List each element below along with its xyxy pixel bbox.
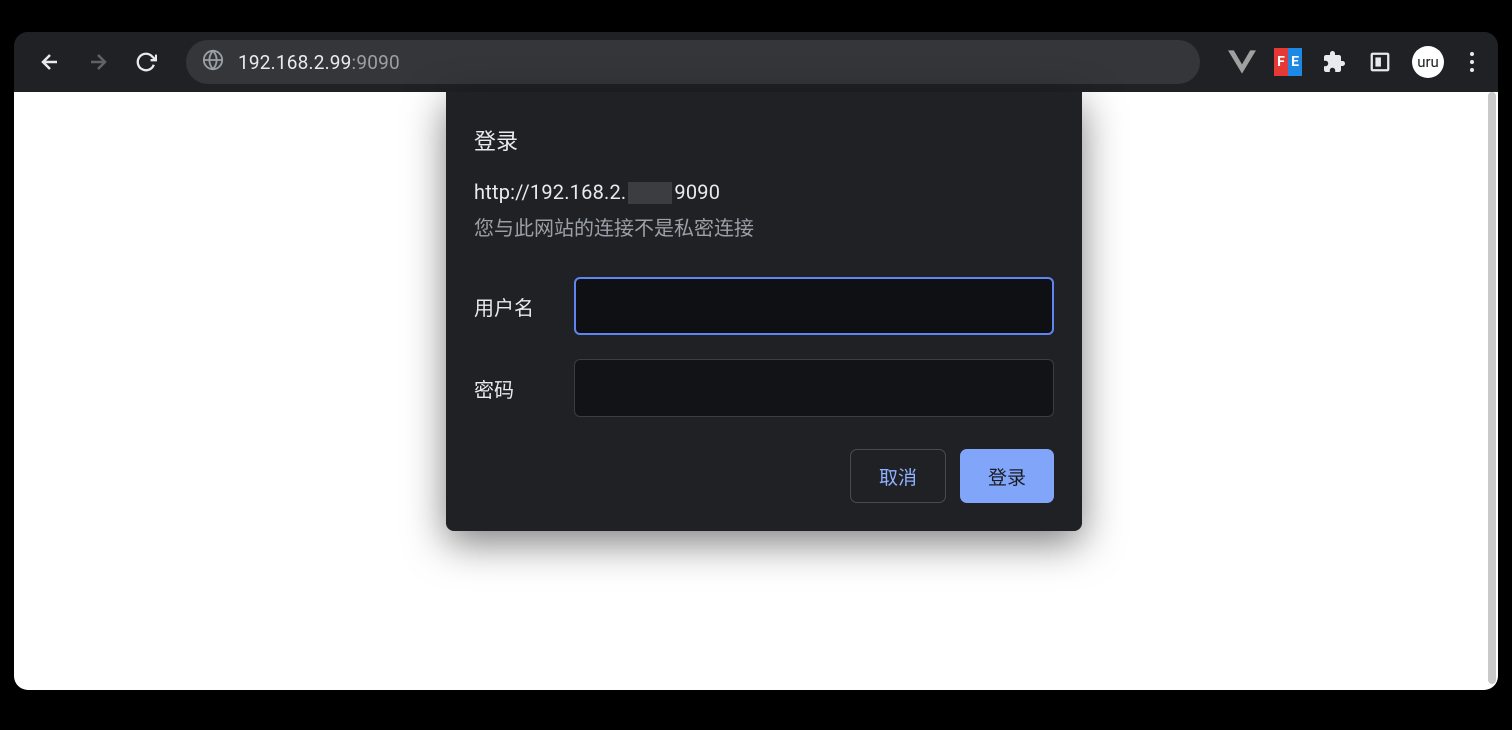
url-text: 192.168.2.99:9090: [238, 51, 400, 74]
redacted-segment: [628, 182, 672, 204]
http-auth-dialog: 登录 http://192.168.2.9090 您与此网站的连接不是私密连接 …: [446, 92, 1082, 531]
address-bar[interactable]: 192.168.2.99:9090: [186, 40, 1200, 84]
nav-buttons: [30, 42, 166, 82]
cancel-button[interactable]: 取消: [850, 449, 946, 503]
scrollbar[interactable]: [1488, 92, 1496, 684]
url-host: 192.168.2.99: [238, 51, 352, 74]
dialog-url: http://192.168.2.9090: [474, 180, 1054, 204]
reading-list-icon[interactable]: [1366, 48, 1394, 76]
username-row: 用户名: [474, 277, 1054, 335]
extensions-area: F E uru: [1220, 46, 1482, 78]
password-label: 密码: [474, 374, 574, 403]
dialog-title: 登录: [474, 124, 1054, 156]
username-label: 用户名: [474, 292, 574, 321]
url-port: :9090: [352, 51, 400, 74]
dialog-actions: 取消 登录: [474, 449, 1054, 503]
fe-extension-icon[interactable]: F E: [1274, 48, 1302, 76]
username-input[interactable]: [574, 277, 1054, 335]
vue-extension-icon[interactable]: [1228, 48, 1256, 76]
dialog-warning: 您与此网站的连接不是私密连接: [474, 212, 1054, 241]
globe-icon: [202, 49, 224, 75]
browser-toolbar: 192.168.2.99:9090 F E: [14, 32, 1498, 92]
back-button[interactable]: [30, 42, 70, 82]
extensions-icon[interactable]: [1320, 48, 1348, 76]
password-input[interactable]: [574, 359, 1054, 417]
reload-button[interactable]: [126, 42, 166, 82]
browser-menu-button[interactable]: [1462, 52, 1482, 72]
browser-window: 192.168.2.99:9090 F E: [14, 32, 1498, 690]
profile-avatar[interactable]: uru: [1412, 46, 1444, 78]
forward-button[interactable]: [78, 42, 118, 82]
submit-button[interactable]: 登录: [960, 449, 1054, 503]
password-row: 密码: [474, 359, 1054, 417]
avatar-label: uru: [1417, 53, 1439, 71]
